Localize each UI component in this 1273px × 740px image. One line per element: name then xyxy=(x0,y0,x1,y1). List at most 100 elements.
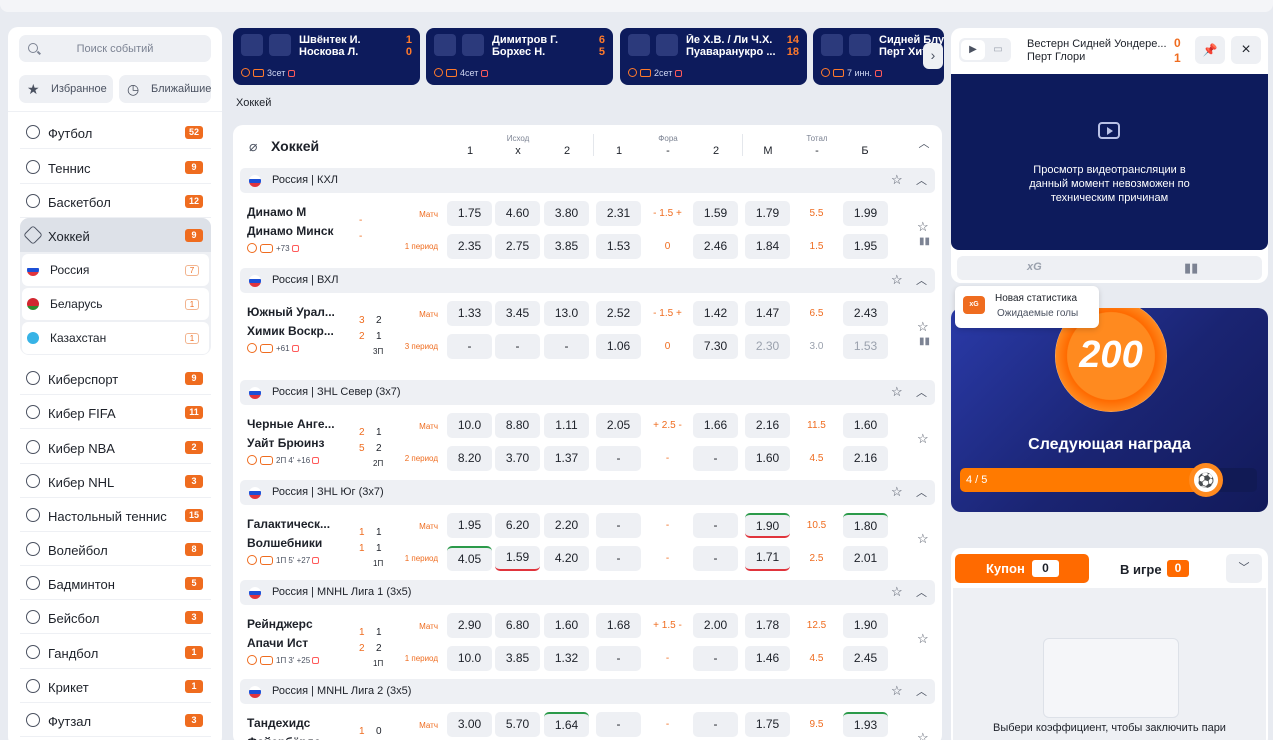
sidebar-item[interactable]: Гандбол 1 xyxy=(20,635,211,669)
odds-button[interactable]: 3.70 xyxy=(495,446,540,471)
odds-button[interactable]: - xyxy=(596,546,641,571)
sidebar-item[interactable]: Бадминтон 5 xyxy=(20,566,211,600)
odds-button[interactable]: 1.80 xyxy=(843,513,888,538)
odds-button[interactable]: 1.84 xyxy=(745,234,790,259)
odds-button[interactable]: - xyxy=(447,334,492,359)
star-icon[interactable]: ☆ xyxy=(891,484,903,500)
odds-button[interactable]: 4.60 xyxy=(495,201,540,226)
odds-button[interactable]: - xyxy=(596,646,641,671)
favorite-star-icon[interactable]: ☆ xyxy=(917,531,929,547)
odds-button[interactable]: 1.60 xyxy=(843,413,888,438)
sidebar-subitem[interactable]: Россия 7 xyxy=(22,254,209,286)
odds-button[interactable]: 1.71 xyxy=(745,546,790,571)
odds-button[interactable]: 2.90 xyxy=(447,613,492,638)
odds-button[interactable]: 1.75 xyxy=(745,712,790,737)
odds-button[interactable]: - xyxy=(693,712,738,737)
nearest-button[interactable]: ◷ Ближайшие xyxy=(119,75,211,103)
odds-button[interactable]: 1.33 xyxy=(447,301,492,326)
star-icon[interactable]: ☆ xyxy=(891,272,903,288)
odds-button[interactable]: 10.0 xyxy=(447,413,492,438)
odds-button[interactable]: 1.64 xyxy=(544,712,589,737)
odds-button[interactable]: 1.66 xyxy=(693,413,738,438)
scoreboard-icon[interactable]: ▭ xyxy=(987,40,1009,60)
odds-button[interactable]: 1.59 xyxy=(693,201,738,226)
odds-button[interactable]: 2.05 xyxy=(596,413,641,438)
odds-button[interactable]: 1.68 xyxy=(596,613,641,638)
live-event-card[interactable]: Йе Х.В. / Ли Ч.Х. Пуаваранукро ... 14 18 2се… xyxy=(620,28,807,85)
sidebar-item[interactable]: Настольный теннис 15 xyxy=(20,498,211,532)
search-input[interactable]: Поиск событий xyxy=(19,35,211,62)
sidebar-subitem[interactable]: Беларусь 1 xyxy=(22,288,209,320)
live-event-card[interactable]: Димитров Г. Борхес Н. 6 5 4сет xyxy=(426,28,613,85)
odds-button[interactable]: - xyxy=(596,712,641,737)
odds-button[interactable]: 2.46 xyxy=(693,234,738,259)
sidebar-item[interactable]: Кибер NHL 3 xyxy=(20,464,211,498)
star-icon[interactable]: ☆ xyxy=(891,172,903,188)
odds-button[interactable]: 1.99 xyxy=(843,201,888,226)
odds-button[interactable]: 1.11 xyxy=(544,413,589,438)
pin-icon[interactable]: 📌 xyxy=(1195,36,1225,64)
odds-button[interactable]: 7.30 xyxy=(693,334,738,359)
odds-button[interactable]: 2.45 xyxy=(843,646,888,671)
odds-button[interactable]: 1.60 xyxy=(544,613,589,638)
odds-button[interactable]: 3.85 xyxy=(544,234,589,259)
odds-button[interactable]: 2.20 xyxy=(544,513,589,538)
odds-button[interactable]: 1.37 xyxy=(544,446,589,471)
odds-button[interactable]: 1.06 xyxy=(596,334,641,359)
tv-icon[interactable]: ▶ xyxy=(961,40,985,60)
favorite-star-icon[interactable]: ☆ xyxy=(917,219,929,235)
odds-button[interactable]: 1.42 xyxy=(693,301,738,326)
star-icon[interactable]: ☆ xyxy=(891,683,903,699)
sidebar-item[interactable]: Футбол 52 xyxy=(20,115,211,149)
odds-button[interactable]: 1.78 xyxy=(745,613,790,638)
odds-button[interactable]: - xyxy=(693,546,738,571)
favorite-star-icon[interactable]: ☆ xyxy=(917,319,929,335)
odds-button[interactable]: 1.95 xyxy=(843,234,888,259)
chevron-up-icon[interactable]: ︿ xyxy=(916,584,927,600)
chevron-up-icon[interactable]: ︿ xyxy=(916,484,927,500)
sidebar-item[interactable]: Баскетбол 12 xyxy=(20,184,211,218)
chevron-up-icon[interactable]: ︿ xyxy=(916,272,927,288)
sidebar-item[interactable]: Теннис 9 xyxy=(20,150,211,184)
odds-button[interactable]: - xyxy=(596,513,641,538)
odds-button[interactable]: 1.47 xyxy=(745,301,790,326)
odds-button[interactable]: 1.32 xyxy=(544,646,589,671)
xg-tab-icon[interactable]: xG xyxy=(1027,261,1042,273)
odds-button[interactable]: 1.60 xyxy=(745,446,790,471)
live-event-card[interactable]: Швёнтек И. Носкова Л. 1 0 3сет xyxy=(233,28,420,85)
odds-button[interactable]: 1.53 xyxy=(596,234,641,259)
favorite-star-icon[interactable]: ☆ xyxy=(917,431,929,447)
league-header[interactable]: Россия | MNHL Лига 1 (3х5) ☆ ︿ xyxy=(240,580,935,605)
odds-button[interactable]: 4.05 xyxy=(447,546,492,571)
star-icon[interactable]: ☆ xyxy=(891,584,903,600)
odds-button[interactable]: 8.80 xyxy=(495,413,540,438)
sidebar-item[interactable]: Бейсбол 3 xyxy=(20,600,211,634)
odds-button[interactable]: 13.0 xyxy=(544,301,589,326)
league-header[interactable]: Россия | КХЛ ☆ ︿ xyxy=(240,168,935,193)
odds-button[interactable]: 2.75 xyxy=(495,234,540,259)
odds-button[interactable]: 10.0 xyxy=(447,646,492,671)
odds-button[interactable]: 2.01 xyxy=(843,546,888,571)
star-icon[interactable]: ☆ xyxy=(891,384,903,400)
favorite-star-icon[interactable]: ☆ xyxy=(917,730,929,740)
odds-button[interactable]: 2.00 xyxy=(693,613,738,638)
stats-icon[interactable]: ▮▮ xyxy=(919,236,930,247)
league-header[interactable]: Россия | ЗHL Север (3х7) ☆ ︿ xyxy=(240,380,935,405)
odds-button[interactable]: 1.75 xyxy=(447,201,492,226)
odds-button[interactable]: 4.20 xyxy=(544,546,589,571)
odds-button[interactable]: 1.46 xyxy=(745,646,790,671)
league-header[interactable]: Россия | ВХЛ ☆ ︿ xyxy=(240,268,935,293)
favorite-star-icon[interactable]: ☆ xyxy=(917,631,929,647)
chevron-up-icon[interactable]: ︿ xyxy=(916,172,927,188)
chevron-up-icon[interactable]: ︿ xyxy=(916,384,927,400)
odds-button[interactable]: - xyxy=(693,513,738,538)
odds-button[interactable]: 2.16 xyxy=(745,413,790,438)
chevron-down-icon[interactable]: ﹀ xyxy=(1226,554,1262,583)
sidebar-item[interactable]: Кибер NBA 2 xyxy=(20,430,211,464)
reward-banner[interactable]: 200 Следующая награда 4 / 5 ⚽ xyxy=(951,308,1268,512)
league-header[interactable]: Россия | MNHL Лига 2 (3х5) ☆ ︿ xyxy=(240,679,935,704)
favorites-button[interactable]: ★ Избранное xyxy=(19,75,113,103)
view-switch[interactable]: ▶ ▭ xyxy=(959,38,1011,62)
odds-button[interactable]: 1.90 xyxy=(843,613,888,638)
sidebar-item[interactable]: Кибер FIFA 11 xyxy=(20,395,211,429)
